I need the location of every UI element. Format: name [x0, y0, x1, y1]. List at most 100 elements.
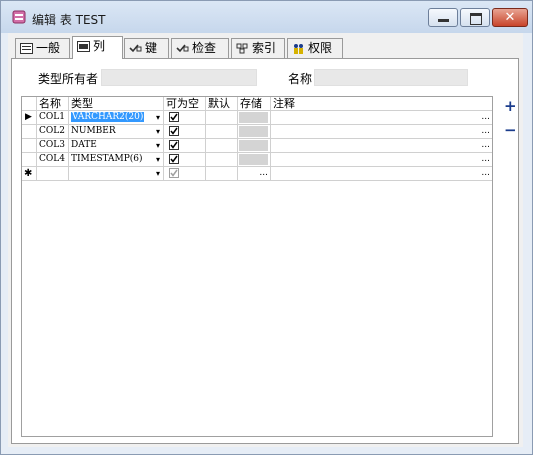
header-name[interactable]: 名称: [37, 97, 69, 110]
column-type-cell[interactable]: VARCHAR2(20) ▾: [69, 111, 164, 124]
default-cell[interactable]: [206, 167, 238, 180]
column-name-cell[interactable]: [37, 167, 69, 180]
tab-keys[interactable]: 键: [124, 38, 169, 58]
current-row-arrow-icon: ▶: [25, 112, 32, 122]
column-name-cell[interactable]: COL4: [37, 153, 69, 166]
grid-header-row: 名称 类型 可为空 默认 存储 注释: [22, 97, 492, 111]
tab-checks[interactable]: 检查: [171, 38, 229, 58]
column-type-text[interactable]: NUMBER: [71, 126, 116, 136]
storage-button[interactable]: [239, 112, 268, 123]
row-indicator: [22, 139, 37, 152]
nullable-checkbox[interactable]: [169, 140, 179, 150]
ellipsis-button[interactable]: ...: [481, 153, 490, 166]
checkmark-icon: [170, 169, 178, 177]
comment-cell[interactable]: ...: [271, 153, 492, 166]
tab-indexes[interactable]: 索引: [231, 38, 285, 58]
column-type-cell[interactable]: NUMBER ▾: [69, 125, 164, 138]
chevron-down-icon[interactable]: ▾: [156, 125, 160, 138]
storage-cell[interactable]: [238, 125, 271, 138]
comment-cell[interactable]: ...: [271, 111, 492, 124]
chevron-down-icon[interactable]: ▾: [156, 139, 160, 152]
storage-cell[interactable]: ...: [238, 167, 271, 180]
type-owner-label: 类型所有者: [38, 72, 99, 86]
table-row[interactable]: ▶ COL1 VARCHAR2(20) ▾ ...: [22, 111, 492, 125]
default-cell[interactable]: [206, 139, 238, 152]
ellipsis-button[interactable]: ...: [481, 139, 490, 152]
table-row[interactable]: COL2 NUMBER ▾ ...: [22, 125, 492, 139]
tab-columns-label: 列: [93, 39, 106, 53]
chevron-down-icon[interactable]: ▾: [156, 153, 160, 166]
column-name-cell[interactable]: COL2: [37, 125, 69, 138]
edit-table-window: 编辑 表 TEST ✕ 一般 列 键 检查 索引 权限 类型所有者 名称 名称 …: [0, 0, 533, 455]
check-constraint-icon: [176, 44, 189, 53]
ellipsis-button[interactable]: ...: [481, 125, 490, 138]
column-type-text[interactable]: DATE: [71, 140, 97, 150]
maximize-icon: [470, 13, 482, 25]
default-cell[interactable]: [206, 111, 238, 124]
nullable-checkbox[interactable]: [169, 168, 179, 178]
column-name-cell[interactable]: COL1: [37, 111, 69, 124]
nullable-cell[interactable]: [164, 153, 206, 166]
add-column-button[interactable]: +: [504, 97, 517, 115]
header-type[interactable]: 类型: [69, 97, 164, 110]
column-type-text[interactable]: TIMESTAMP(6): [71, 154, 143, 164]
column-type-cell[interactable]: DATE ▾: [69, 139, 164, 152]
header-comment[interactable]: 注释: [271, 97, 492, 110]
tab-checks-label: 检查: [192, 41, 217, 55]
column-type-cell[interactable]: ▾: [69, 167, 164, 180]
comment-cell[interactable]: ...: [271, 167, 492, 180]
default-cell[interactable]: [206, 125, 238, 138]
nullable-checkbox[interactable]: [169, 126, 179, 136]
tab-general[interactable]: 一般: [15, 38, 70, 58]
chevron-down-icon[interactable]: ▾: [156, 111, 160, 124]
tab-keys-label: 键: [145, 41, 158, 55]
remove-column-button[interactable]: −: [504, 121, 517, 139]
minimize-button[interactable]: [428, 8, 458, 27]
storage-button[interactable]: [239, 126, 268, 137]
chevron-down-icon[interactable]: ▾: [156, 167, 160, 180]
type-owner-field[interactable]: [101, 69, 257, 86]
title-bar[interactable]: 编辑 表 TEST ✕: [1, 1, 532, 33]
header-nullable[interactable]: 可为空: [164, 97, 206, 110]
tab-privileges-label: 权限: [308, 41, 333, 55]
column-name-cell[interactable]: COL3: [37, 139, 69, 152]
key-check-icon: [129, 44, 142, 53]
default-cell[interactable]: [206, 153, 238, 166]
nullable-cell[interactable]: [164, 125, 206, 138]
storage-button[interactable]: [239, 140, 268, 151]
current-row-indicator: ▶: [22, 111, 37, 124]
row-indicator: [22, 125, 37, 138]
new-row[interactable]: ✱ ▾ ... ...: [22, 167, 492, 181]
comment-cell[interactable]: ...: [271, 125, 492, 138]
name-field[interactable]: [314, 69, 468, 86]
maximize-button[interactable]: [460, 8, 490, 27]
ellipsis-button[interactable]: ...: [259, 167, 268, 180]
columns-panel: 类型所有者 名称 名称 类型 可为空 默认 存储 注释 ▶ COL1 VARCH…: [11, 58, 519, 444]
minimize-icon: [438, 19, 449, 22]
columns-grid[interactable]: 名称 类型 可为空 默认 存储 注释 ▶ COL1 VARCHAR2(20) ▾ …: [21, 96, 493, 437]
index-icon: [236, 43, 248, 54]
nullable-cell[interactable]: [164, 167, 206, 180]
comment-cell[interactable]: ...: [271, 139, 492, 152]
storage-button[interactable]: [239, 154, 268, 165]
ellipsis-button[interactable]: ...: [481, 167, 490, 180]
name-label: 名称: [288, 72, 313, 86]
nullable-checkbox[interactable]: [169, 154, 179, 164]
column-type-text[interactable]: VARCHAR2(20): [71, 112, 145, 122]
column-type-cell[interactable]: TIMESTAMP(6) ▾: [69, 153, 164, 166]
storage-cell[interactable]: [238, 153, 271, 166]
tab-columns[interactable]: 列: [72, 36, 123, 59]
header-indicator: [22, 97, 37, 110]
table-row[interactable]: COL3 DATE ▾ ...: [22, 139, 492, 153]
storage-cell[interactable]: [238, 111, 271, 124]
tab-privileges[interactable]: 权限: [287, 38, 343, 58]
close-button[interactable]: ✕: [492, 8, 528, 27]
storage-cell[interactable]: [238, 139, 271, 152]
header-storage[interactable]: 存储: [238, 97, 271, 110]
ellipsis-button[interactable]: ...: [481, 111, 490, 124]
header-default[interactable]: 默认: [206, 97, 238, 110]
nullable-cell[interactable]: [164, 139, 206, 152]
table-row[interactable]: COL4 TIMESTAMP(6) ▾ ...: [22, 153, 492, 167]
nullable-checkbox[interactable]: [169, 112, 179, 122]
nullable-cell[interactable]: [164, 111, 206, 124]
